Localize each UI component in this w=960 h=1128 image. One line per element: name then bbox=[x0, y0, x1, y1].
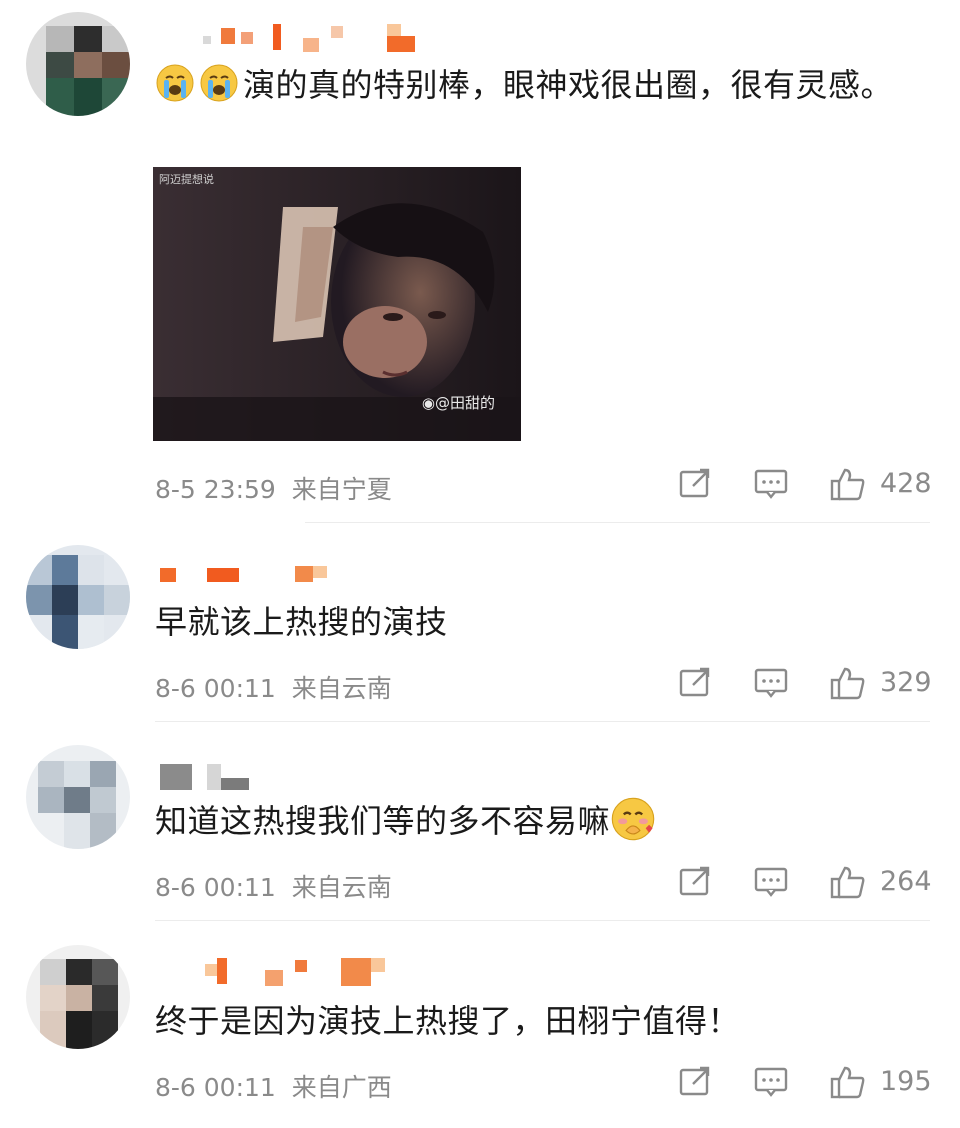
crying-face-icon bbox=[200, 64, 238, 102]
photo-caption: 阿迈提想说 bbox=[159, 173, 214, 186]
like-button[interactable]: 428 bbox=[830, 466, 932, 506]
share-icon[interactable] bbox=[678, 1064, 712, 1098]
comment-time: 8-5 23:59 bbox=[155, 475, 276, 504]
comment-actions: 428 bbox=[678, 466, 932, 506]
thumbs-up-icon bbox=[830, 866, 865, 899]
username-mosaic[interactable] bbox=[155, 958, 415, 986]
comment-meta: 8-5 23:59 来自宁夏 bbox=[155, 470, 392, 506]
comment-icon[interactable] bbox=[754, 864, 788, 898]
comment-text: 终于是因为演技上热搜了，田栩宁值得！ bbox=[155, 996, 895, 1046]
like-count: 195 bbox=[880, 1066, 932, 1097]
comment-time: 8-6 00:11 bbox=[155, 674, 276, 703]
comment-icon[interactable] bbox=[754, 1064, 788, 1098]
comment-text: 早就该上热搜的演技 bbox=[155, 597, 895, 647]
thumbs-up-icon bbox=[830, 468, 865, 501]
comment-icon[interactable] bbox=[754, 665, 788, 699]
comment-meta: 8-6 00:11 来自云南 bbox=[155, 868, 392, 904]
photo-watermark: ◉@田甜的 bbox=[421, 394, 495, 412]
like-count: 329 bbox=[880, 667, 932, 698]
weibo-logo-icon: ◉ bbox=[421, 394, 435, 412]
comment-icon[interactable] bbox=[754, 466, 788, 500]
username-mosaic[interactable] bbox=[155, 24, 435, 52]
comment-text: 演的真的特别棒，眼神戏很出圈，很有灵感。 bbox=[155, 60, 895, 110]
comment-body: 演的真的特别棒，眼神戏很出圈，很有灵感。 bbox=[243, 66, 894, 104]
crying-face-icon bbox=[156, 64, 194, 102]
comment-body: 知道这热搜我们等的多不容易嘛 bbox=[155, 802, 611, 840]
comment-meta: 8-6 00:11 来自云南 bbox=[155, 669, 392, 705]
divider bbox=[305, 522, 930, 523]
hugging-face-icon bbox=[611, 797, 655, 841]
comment-body: 终于是因为演技上热搜了，田栩宁值得！ bbox=[155, 1002, 741, 1040]
like-button[interactable]: 264 bbox=[830, 864, 932, 904]
divider bbox=[155, 920, 930, 921]
comment-location: 来自云南 bbox=[291, 674, 392, 703]
comment-actions: 195 bbox=[678, 1064, 932, 1104]
like-count: 264 bbox=[880, 866, 932, 897]
comment-time: 8-6 00:11 bbox=[155, 1073, 276, 1102]
comment-meta: 8-6 00:11 来自广西 bbox=[155, 1068, 392, 1104]
avatar[interactable] bbox=[26, 745, 130, 849]
attached-photo[interactable]: 阿迈提想说 ◉@田甜的 bbox=[153, 167, 521, 441]
comment-location: 来自广西 bbox=[291, 1073, 392, 1102]
username-mosaic[interactable] bbox=[155, 764, 355, 790]
comment-time: 8-6 00:11 bbox=[155, 873, 276, 902]
comment-actions: 329 bbox=[678, 665, 932, 705]
share-icon[interactable] bbox=[678, 864, 712, 898]
comment-body: 早就该上热搜的演技 bbox=[155, 603, 448, 641]
avatar[interactable] bbox=[26, 545, 130, 649]
share-icon[interactable] bbox=[678, 466, 712, 500]
comment-location: 来自宁夏 bbox=[291, 475, 392, 504]
share-icon[interactable] bbox=[678, 665, 712, 699]
username-mosaic[interactable] bbox=[155, 566, 355, 590]
thumbs-up-icon bbox=[830, 1066, 865, 1099]
comment-location: 来自云南 bbox=[291, 873, 392, 902]
avatar[interactable] bbox=[26, 945, 130, 1049]
like-button[interactable]: 195 bbox=[830, 1064, 932, 1104]
like-button[interactable]: 329 bbox=[830, 665, 932, 705]
comment-actions: 264 bbox=[678, 864, 932, 904]
comment-text: 知道这热搜我们等的多不容易嘛 bbox=[155, 796, 895, 846]
divider bbox=[155, 721, 930, 722]
avatar[interactable] bbox=[26, 12, 130, 116]
thumbs-up-icon bbox=[830, 667, 865, 700]
like-count: 428 bbox=[880, 468, 932, 499]
